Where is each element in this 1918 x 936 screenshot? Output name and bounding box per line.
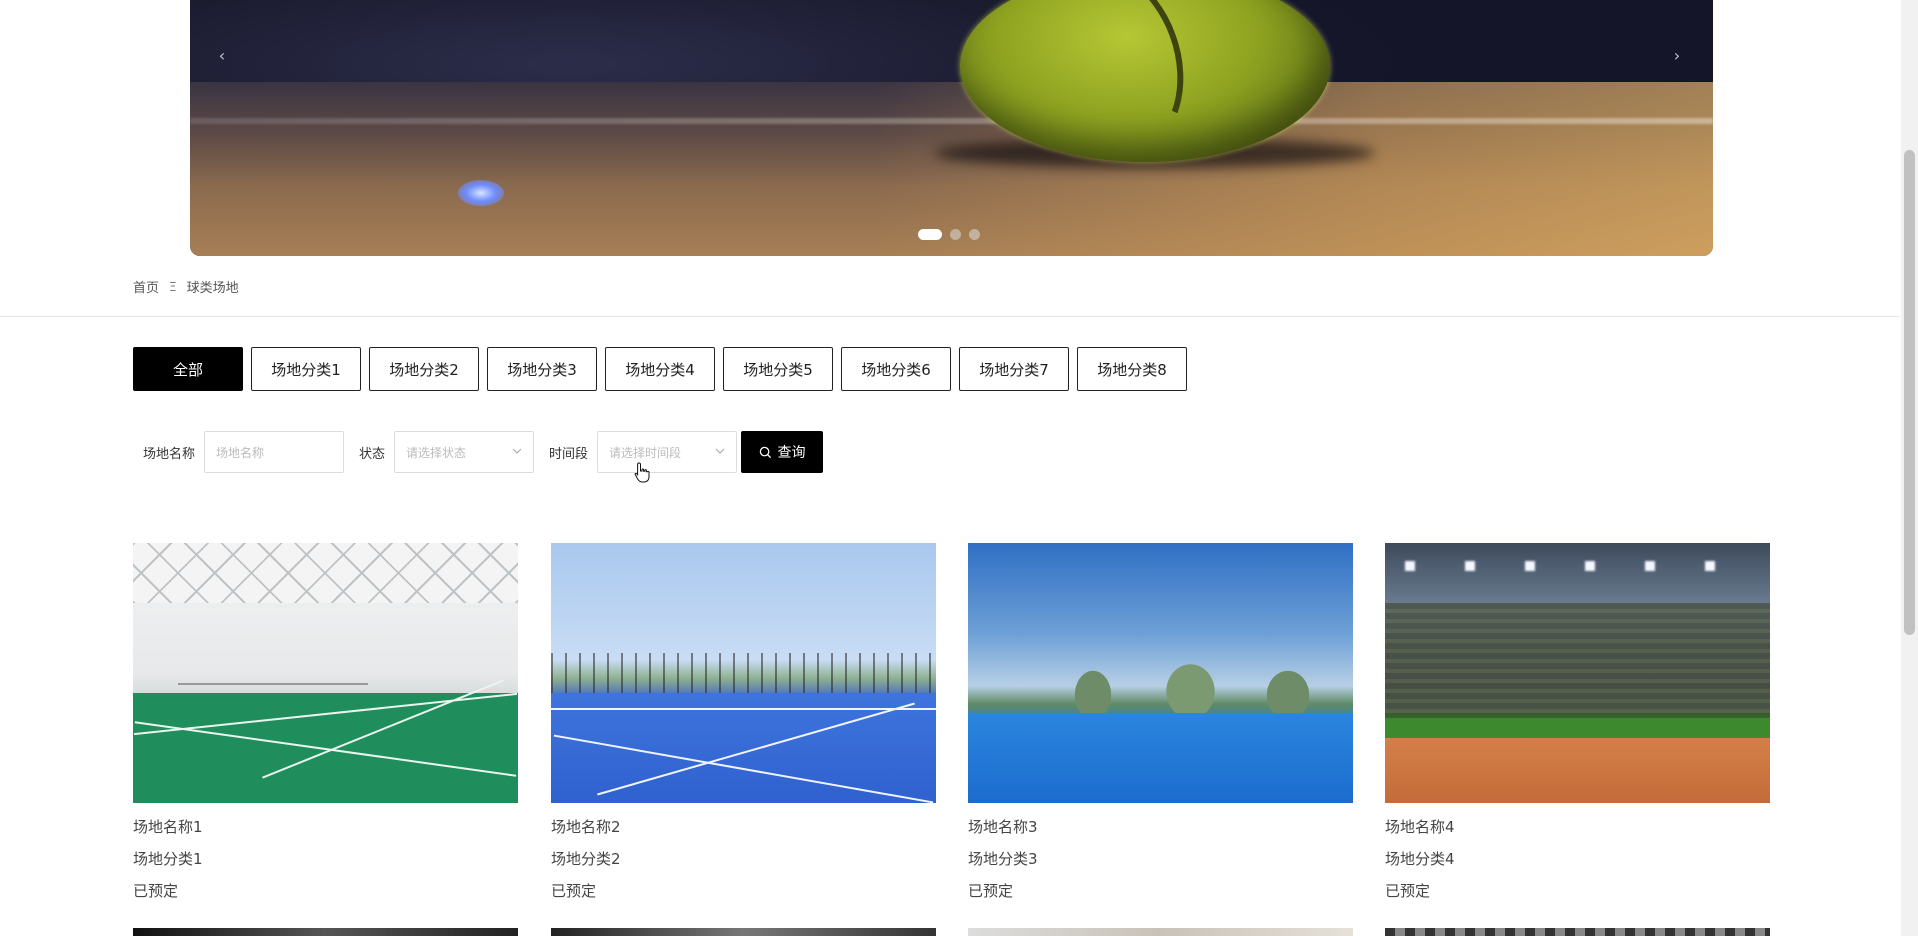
venue-name: 场地名称3	[968, 818, 1038, 836]
tab-category-2[interactable]: 场地分类2	[369, 347, 479, 391]
breadcrumb-home[interactable]: 首页	[133, 277, 159, 296]
venue-image-partial[interactable]	[968, 928, 1353, 936]
venue-status: 已预定	[551, 882, 597, 900]
search-button[interactable]: 查询	[741, 431, 824, 473]
search-button-label: 查询	[777, 445, 806, 461]
breadcrumb-separator-icon: Ξ	[169, 279, 177, 294]
venue-image-partial[interactable]	[1385, 928, 1770, 936]
venue-card[interactable]: 场地名称1 场地分类1 已预定	[133, 543, 518, 901]
venue-name: 场地名称4	[1385, 818, 1455, 836]
divider	[0, 316, 1900, 317]
venue-status: 已预定	[968, 882, 1014, 900]
venue-image-partial[interactable]	[133, 928, 518, 936]
stadium-lights	[1405, 561, 1750, 571]
tab-category-4[interactable]: 场地分类4	[605, 347, 715, 391]
venue-image-stadium[interactable]	[1385, 543, 1770, 803]
venue-category: 场地分类3	[968, 850, 1038, 868]
tab-category-1[interactable]: 场地分类1	[251, 347, 361, 391]
timeslot-label: 时间段	[549, 446, 589, 462]
court-floor	[968, 713, 1353, 803]
venue-card[interactable]: 场地名称3 场地分类3 已预定	[968, 543, 1353, 901]
venue-category: 场地分类4	[1385, 850, 1455, 868]
venue-name-label: 场地名称	[143, 446, 196, 462]
carousel-next-arrow[interactable]: ›	[1665, 44, 1689, 68]
venue-status: 已预定	[1385, 882, 1431, 900]
status-select[interactable]: 请选择状态	[394, 431, 535, 473]
search-icon	[759, 446, 771, 458]
filter-bar: 场地名称 场地名称 状态 请选择状态 时间段 请选择时间段 查询	[143, 431, 824, 473]
carousel-prev-arrow[interactable]: ‹	[210, 44, 234, 68]
tab-category-7[interactable]: 场地分类7	[959, 347, 1069, 391]
venue-image-tennis[interactable]	[968, 543, 1353, 803]
tab-category-3[interactable]: 场地分类3	[487, 347, 597, 391]
scrollbar-thumb[interactable]	[1904, 150, 1915, 635]
breadcrumb: 首页 Ξ 球类场地	[133, 277, 239, 297]
hero-carousel: ‹ ›	[190, 0, 1713, 256]
carousel-dot-1[interactable]	[918, 229, 942, 240]
status-label: 状态	[359, 446, 386, 462]
timeslot-select[interactable]: 请选择时间段	[597, 431, 738, 473]
carousel-indicators	[918, 229, 980, 240]
venue-name: 场地名称1	[133, 818, 203, 836]
venue-image-partial[interactable]	[551, 928, 936, 936]
venue-status: 已预定	[133, 882, 179, 900]
field-grass	[1385, 718, 1770, 740]
venue-name-input[interactable]: 场地名称	[204, 431, 345, 473]
court-line	[551, 708, 936, 710]
page-scrollbar[interactable]	[1901, 0, 1918, 936]
court-line	[190, 118, 1713, 124]
venue-name: 场地名称2	[551, 818, 621, 836]
hand-cursor-icon	[634, 462, 650, 483]
venue-category: 场地分类2	[551, 850, 621, 868]
venue-image-badminton[interactable]	[133, 543, 518, 803]
carousel-dot-2[interactable]	[950, 229, 961, 240]
court-fence	[551, 653, 936, 698]
tab-category-6[interactable]: 场地分类6	[841, 347, 951, 391]
venue-card[interactable]: 场地名称2 场地分类2 已预定	[551, 543, 936, 901]
venue-image-tennis[interactable]	[551, 543, 936, 803]
category-tabs: 全部 场地分类1 场地分类2 场地分类3 场地分类4 场地分类5 场地分类6 场…	[133, 347, 1187, 391]
breadcrumb-current: 球类场地	[186, 281, 239, 296]
tab-category-8[interactable]: 场地分类8	[1077, 347, 1187, 391]
carousel-dot-3[interactable]	[969, 229, 980, 240]
chevron-down-icon	[715, 448, 725, 454]
chevron-down-icon	[512, 448, 522, 454]
venue-category: 场地分类1	[133, 850, 203, 868]
tab-all[interactable]: 全部	[133, 347, 243, 391]
blue-light-flare	[458, 180, 504, 206]
tab-category-5[interactable]: 场地分类5	[723, 347, 833, 391]
roof-truss	[133, 543, 518, 603]
status-placeholder: 请选择状态	[406, 445, 467, 460]
stadium-stands	[1385, 603, 1770, 713]
timeslot-placeholder: 请选择时间段	[609, 445, 682, 460]
infield-dirt	[1385, 738, 1770, 803]
venue-card[interactable]: 场地名称4 场地分类4 已预定	[1385, 543, 1770, 901]
badminton-net	[178, 683, 368, 685]
